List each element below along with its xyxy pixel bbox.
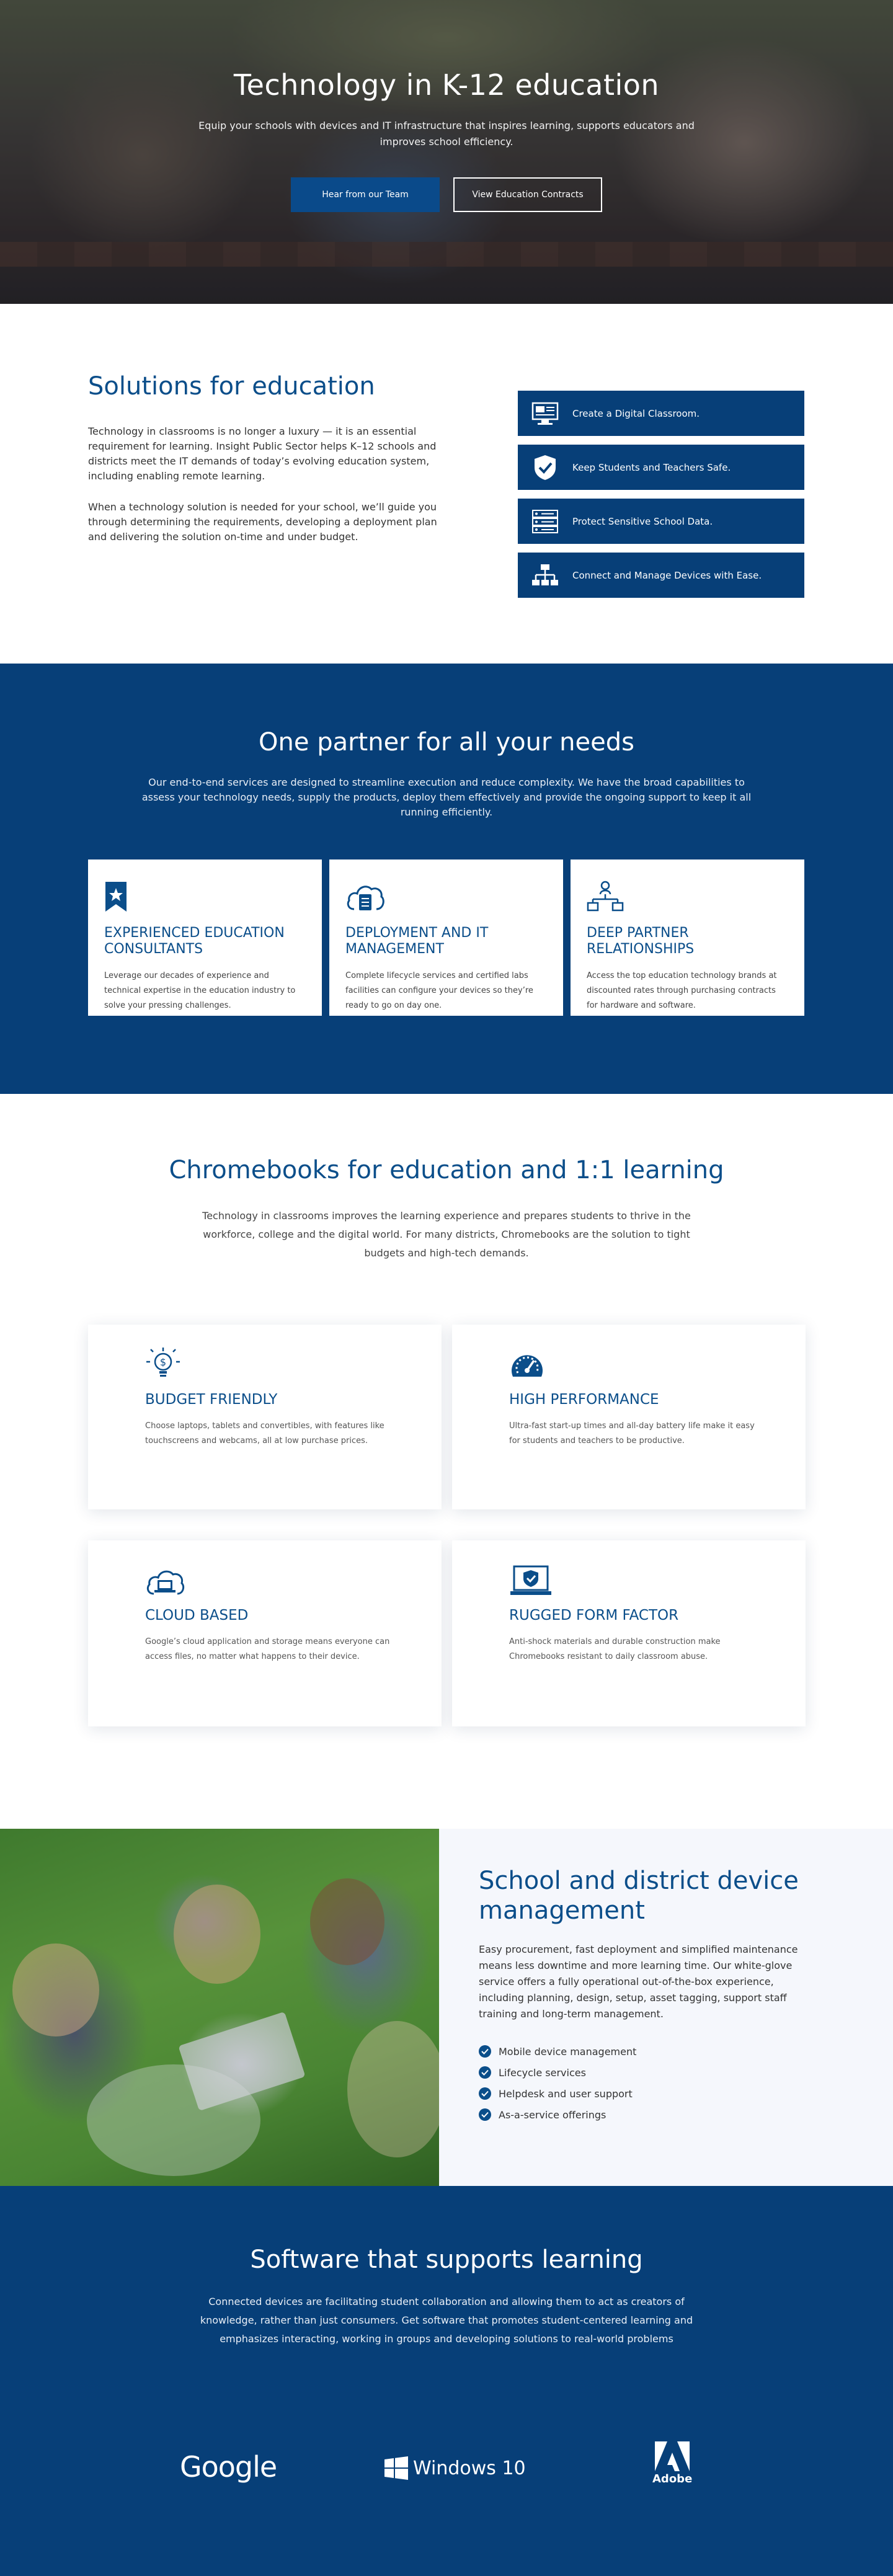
partner-card-relationships: Deep partner relationships Access the to… bbox=[571, 859, 804, 1016]
device-management-section: School and district device management Ea… bbox=[0, 1829, 893, 2186]
chromebook-card-text: Choose laptops, tablets and convertibles… bbox=[145, 1421, 384, 1446]
windows-icon bbox=[384, 2456, 408, 2480]
partner-card-deployment: Deployment and IT management Complete li… bbox=[329, 859, 563, 1016]
chromebook-card-text: Ultra-fast start-up times and all-day ba… bbox=[509, 1421, 755, 1446]
chromebook-card-title: Rugged form factor bbox=[509, 1607, 679, 1623]
list-item-label: Lifecycle services bbox=[499, 2066, 586, 2079]
windows-logo-text: Windows 10 bbox=[413, 2457, 526, 2479]
hero-title: Technology in K-12 education bbox=[233, 68, 660, 102]
windows-logo[interactable]: Windows 10 bbox=[384, 2456, 526, 2480]
solution-item-manage-devices[interactable]: Connect and Manage Devices with Ease. bbox=[518, 553, 804, 598]
solution-item-label: Keep Students and Teachers Safe. bbox=[572, 461, 731, 473]
chromebook-card-budget: $ Budget friendly Choose laptops, tablet… bbox=[88, 1325, 442, 1509]
device-feature-list: Mobile device management Lifecycle servi… bbox=[479, 2041, 893, 2125]
partner-subtitle: Our end-to-end services are designed to … bbox=[141, 776, 752, 818]
check-circle-icon bbox=[479, 2066, 491, 2079]
solutions-section: Solutions for education Technology in cl… bbox=[0, 304, 893, 664]
partner-card-title: Experienced education consultants bbox=[104, 925, 285, 957]
server-rack-icon bbox=[530, 507, 560, 536]
hear-from-team-button[interactable]: Hear from our Team bbox=[291, 177, 440, 212]
partner-card-consultants: Experienced education consultants Levera… bbox=[88, 859, 322, 1016]
students-photo bbox=[0, 1829, 439, 2186]
view-contracts-button[interactable]: View Education Contracts bbox=[453, 177, 602, 212]
network-icon bbox=[530, 561, 560, 590]
partner-card-title: Deep partner relationships bbox=[587, 925, 695, 957]
partner-logos: Google Windows 10 Adobe bbox=[0, 2441, 893, 2491]
software-section: Software that supports learning Connecte… bbox=[0, 2186, 893, 2576]
device-title: School and district device management bbox=[479, 1867, 799, 1925]
page: Technology in K-12 education Equip your … bbox=[0, 0, 893, 2576]
list-item-label: Helpdesk and user support bbox=[499, 2087, 633, 2100]
chromebook-card-title: High performance bbox=[509, 1392, 659, 1408]
chromebook-card-text: Google’s cloud application and storage m… bbox=[145, 1637, 390, 1661]
solution-item-label: Create a Digital Classroom. bbox=[572, 407, 700, 419]
partner-card-text: Complete lifecycle services and certifie… bbox=[345, 971, 533, 1010]
software-subtitle: Connected devices are facilitating stude… bbox=[200, 2296, 693, 2345]
speedometer-icon bbox=[509, 1346, 806, 1382]
hero-subtitle: Equip your schools with devices and IT i… bbox=[198, 120, 695, 148]
laptop-shield-icon bbox=[509, 1561, 806, 1597]
partner-section: One partner for all your needs Our end-t… bbox=[0, 664, 893, 1094]
check-circle-icon bbox=[479, 2045, 491, 2058]
check-circle-icon bbox=[479, 2087, 491, 2100]
partner-cards: Experienced education consultants Levera… bbox=[88, 859, 804, 1016]
solution-item-label: Protect Sensitive School Data. bbox=[572, 515, 713, 527]
hero-buttons: Hear from our Team View Education Contra… bbox=[0, 177, 893, 212]
partner-card-title: Deployment and IT management bbox=[345, 925, 489, 957]
solution-item-digital-classroom[interactable]: Create a Digital Classroom. bbox=[518, 391, 804, 436]
cloud-server-icon bbox=[345, 876, 547, 913]
chromebook-card-text: Anti-shock materials and durable constru… bbox=[509, 1637, 721, 1661]
bookmark-star-icon bbox=[104, 876, 306, 913]
list-item: Helpdesk and user support bbox=[479, 2083, 893, 2104]
solutions-list: Create a Digital Classroom. Keep Student… bbox=[518, 391, 804, 606]
solution-item-label: Connect and Manage Devices with Ease. bbox=[572, 569, 762, 581]
solutions-title: Solutions for education bbox=[88, 372, 375, 401]
partner-title: One partner for all your needs bbox=[259, 728, 634, 757]
partner-card-text: Leverage our decades of experience and t… bbox=[104, 971, 296, 1010]
list-item-label: Mobile device management bbox=[499, 2045, 637, 2058]
device-paragraph: Easy procurement, fast deployment and si… bbox=[479, 1943, 798, 2020]
adobe-logo[interactable]: Adobe bbox=[652, 2441, 692, 2485]
list-item-label: As-a-service offerings bbox=[499, 2108, 606, 2121]
google-logo-text: Google bbox=[180, 2450, 277, 2484]
check-circle-icon bbox=[479, 2108, 491, 2121]
partner-card-text: Access the top education technology bran… bbox=[587, 971, 777, 1010]
svg-text:$: $ bbox=[160, 1356, 166, 1368]
list-item: As-a-service offerings bbox=[479, 2104, 893, 2125]
chromebooks-section: Chromebooks for education and 1:1 learni… bbox=[0, 1094, 893, 1829]
solutions-paragraph-1: Technology in classrooms is no longer a … bbox=[88, 425, 437, 482]
shield-check-icon bbox=[530, 453, 560, 482]
hero-section: Technology in K-12 education Equip your … bbox=[0, 0, 893, 304]
list-item: Mobile device management bbox=[479, 2041, 893, 2062]
solutions-paragraph-2: When a technology solution is needed for… bbox=[88, 501, 437, 543]
adobe-icon bbox=[655, 2441, 690, 2471]
google-logo[interactable]: Google bbox=[180, 2450, 277, 2484]
chromebook-card-cloud: Cloud based Google’s cloud application a… bbox=[88, 1540, 442, 1726]
lightbulb-dollar-icon: $ bbox=[145, 1346, 442, 1382]
solution-item-keep-safe[interactable]: Keep Students and Teachers Safe. bbox=[518, 445, 804, 490]
org-chart-icon bbox=[587, 876, 788, 913]
chromebooks-subtitle: Technology in classrooms improves the le… bbox=[202, 1210, 691, 1259]
adobe-logo-text: Adobe bbox=[652, 2472, 693, 2485]
chromebook-card-title: Cloud based bbox=[145, 1607, 249, 1623]
chromebook-card-rugged: Rugged form factor Anti-shock materials … bbox=[452, 1540, 806, 1726]
software-title: Software that supports learning bbox=[250, 2245, 643, 2274]
chromebook-card-title: Budget friendly bbox=[145, 1392, 278, 1408]
monitor-icon bbox=[530, 399, 560, 429]
chromebook-card-performance: High performance Ultra-fast start-up tim… bbox=[452, 1325, 806, 1509]
solution-item-protect-data[interactable]: Protect Sensitive School Data. bbox=[518, 499, 804, 544]
chromebooks-title: Chromebooks for education and 1:1 learni… bbox=[169, 1156, 724, 1184]
cloud-laptop-icon bbox=[145, 1561, 442, 1597]
list-item: Lifecycle services bbox=[479, 2062, 893, 2083]
